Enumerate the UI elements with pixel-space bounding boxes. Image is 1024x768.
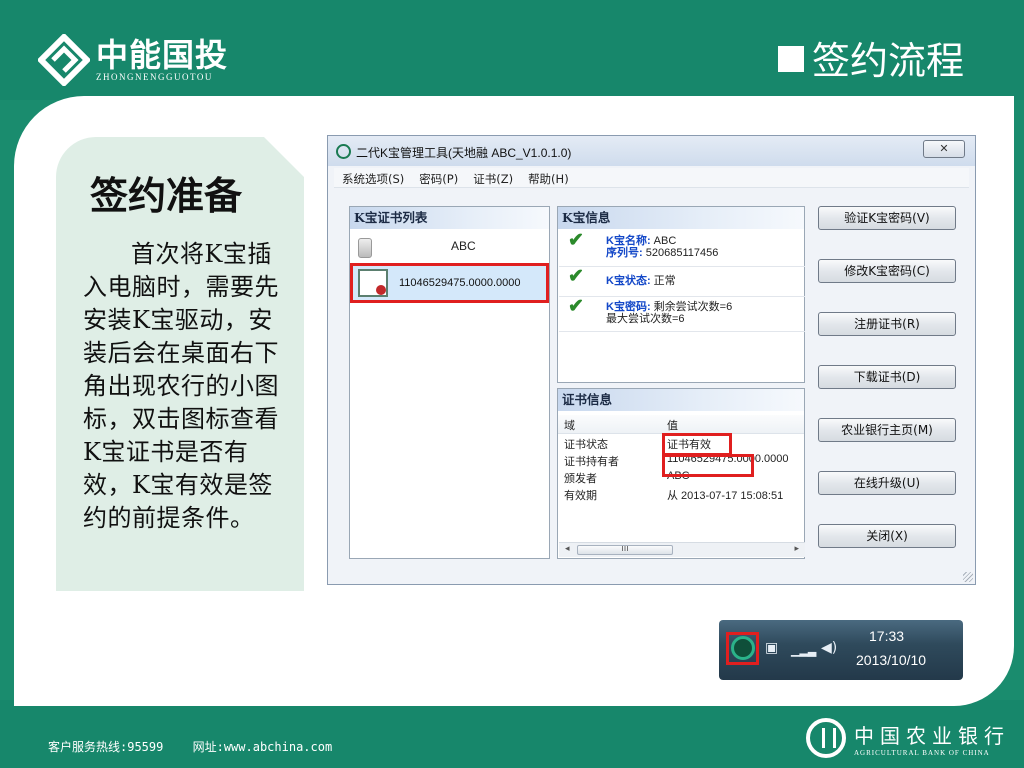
- tray-clock-time[interactable]: 17:33: [869, 628, 904, 644]
- note-body: 首次将K宝插入电脑时，需要先安装K宝驱动，安装后会在桌面右下角出现农行的小图标，…: [83, 240, 279, 532]
- abc-homepage-button[interactable]: 农业银行主页(M): [818, 418, 956, 442]
- list-item-label: ABC: [451, 239, 476, 253]
- highlight-box-tray: [726, 632, 759, 665]
- k-status-label: K宝状态:: [606, 275, 651, 287]
- column-header-value[interactable]: 值: [667, 417, 803, 433]
- table-row[interactable]: 有效期 从 2013-07-17 15:08:51: [558, 485, 804, 502]
- bank-name-en: AGRICULTURAL BANK OF CHINA: [854, 748, 990, 757]
- cert-list-header: K宝证书列表: [350, 207, 549, 229]
- network-device-icon[interactable]: ▣: [765, 640, 778, 656]
- list-item-certificate[interactable]: 11046529475.0000.0000: [350, 263, 549, 303]
- list-item-label: 11046529475.0000.0000: [399, 277, 521, 289]
- k-info-pane: K宝信息 ✔ K宝名称: ABC 序列号: 520685117456 ✔ K宝状态…: [557, 206, 805, 383]
- resize-grip[interactable]: [963, 572, 973, 582]
- brand-logo: 中能国投 ZHONGNENGGUOTOU: [38, 34, 228, 86]
- window-title: 二代K宝管理工具(天地融 ABC_V1.0.1.0): [356, 146, 572, 160]
- k-password-remaining: 剩余尝试次数=6: [653, 301, 733, 313]
- table-header-row: 域 值: [558, 415, 804, 434]
- menu-help[interactable]: 帮助(H): [520, 168, 576, 187]
- note-title: 签约准备: [90, 174, 243, 218]
- list-item-kbao[interactable]: ABC: [350, 235, 549, 261]
- table-cell-value: 从 2013-07-17 15:08:51: [667, 490, 784, 502]
- online-upgrade-button[interactable]: 在线升级(U): [818, 471, 956, 495]
- register-cert-button[interactable]: 注册证书(R): [818, 312, 956, 336]
- table-cell-field: 证书状态: [564, 439, 608, 451]
- check-icon: ✔: [568, 230, 584, 251]
- k-info-header: K宝信息: [558, 207, 804, 229]
- download-cert-button[interactable]: 下载证书(D): [818, 365, 956, 389]
- k-bao-manager-window: 二代K宝管理工具(天地融 ABC_V1.0.1.0) ✕ 系统选项(S) 密码(P…: [327, 135, 976, 585]
- divider: [559, 266, 805, 267]
- slide-title: 签约流程: [777, 30, 964, 85]
- abc-logo-icon: [806, 718, 846, 758]
- system-tray: ▣ ▁▂▃ ◀) 17:33 2013/10/10: [719, 620, 963, 680]
- scroll-thumb[interactable]: ııı: [577, 545, 673, 555]
- brand-name-cn: 中能国投: [96, 36, 229, 74]
- brand-logo-icon: [38, 34, 90, 86]
- cert-list-pane: K宝证书列表 ABC 11046529475.0000.0000: [349, 206, 550, 559]
- divider: [559, 296, 805, 297]
- brand-name-en: ZHONGNENGGUOTOU: [96, 72, 213, 82]
- scroll-left-icon[interactable]: ◂: [565, 544, 570, 554]
- k-password-label: K宝密码:: [606, 301, 651, 313]
- menu-system-options[interactable]: 系统选项(S): [334, 168, 411, 187]
- certificate-icon: [358, 269, 388, 297]
- k-serial-label: 序列号:: [606, 247, 643, 259]
- menu-password[interactable]: 密码(P): [411, 168, 465, 187]
- volume-icon[interactable]: ◀): [821, 640, 837, 656]
- scroll-right-icon[interactable]: ▸: [794, 544, 799, 554]
- bank-logo: 中国农业银行 AGRICULTURAL BANK OF CHINA: [806, 718, 1010, 758]
- footer-contact: 客户服务热线:95599 网址:www.abchina.com: [48, 738, 354, 755]
- cert-info-pane: 证书信息 域 值 证书状态 证书有效 证书持有者 11046529475.0000.…: [557, 388, 805, 559]
- change-password-button[interactable]: 修改K宝密码(C): [818, 259, 956, 283]
- tray-clock-date[interactable]: 2013/10/10: [856, 652, 926, 668]
- table-cell-field: 证书持有者: [564, 456, 619, 468]
- cert-info-header: 证书信息: [558, 389, 804, 411]
- signal-icon[interactable]: ▁▂▃: [791, 644, 816, 657]
- highlight-box-holder: [662, 454, 754, 477]
- k-password-max: 最大尝试次数=6: [606, 313, 685, 325]
- k-name-value: ABC: [653, 235, 677, 247]
- bank-name-cn: 中国农业银行: [854, 723, 1010, 748]
- k-serial-value: 520685117456: [645, 247, 719, 259]
- k-status-value: 正常: [653, 275, 676, 287]
- column-header-field[interactable]: 域: [564, 417, 575, 433]
- divider: [559, 331, 805, 332]
- usb-key-icon: [358, 238, 372, 258]
- check-icon: ✔: [568, 296, 584, 317]
- abc-app-icon: [336, 144, 351, 159]
- check-icon: ✔: [568, 266, 584, 287]
- menu-bar: 系统选项(S) 密码(P) 证书(Z) 帮助(H): [334, 168, 969, 188]
- table-cell-field: 颁发者: [564, 473, 597, 485]
- horizontal-scrollbar[interactable]: ◂ ııı ▸: [559, 542, 805, 557]
- menu-certificate[interactable]: 证书(Z): [465, 168, 520, 187]
- highlight-box-status: [662, 433, 732, 456]
- k-name-label: K宝名称:: [606, 235, 651, 247]
- verify-password-button[interactable]: 验证K宝密码(V): [818, 206, 956, 230]
- window-titlebar: 二代K宝管理工具(天地融 ABC_V1.0.1.0) ✕: [328, 136, 975, 166]
- footer-website: 网址:www.abchina.com: [192, 740, 333, 754]
- footer-hotline: 客户服务热线:95599: [48, 740, 164, 754]
- window-close-button[interactable]: ✕: [923, 140, 965, 158]
- table-cell-field: 有效期: [564, 490, 597, 502]
- square-bullet-icon: [777, 46, 804, 72]
- close-button[interactable]: 关闭(X): [818, 524, 956, 548]
